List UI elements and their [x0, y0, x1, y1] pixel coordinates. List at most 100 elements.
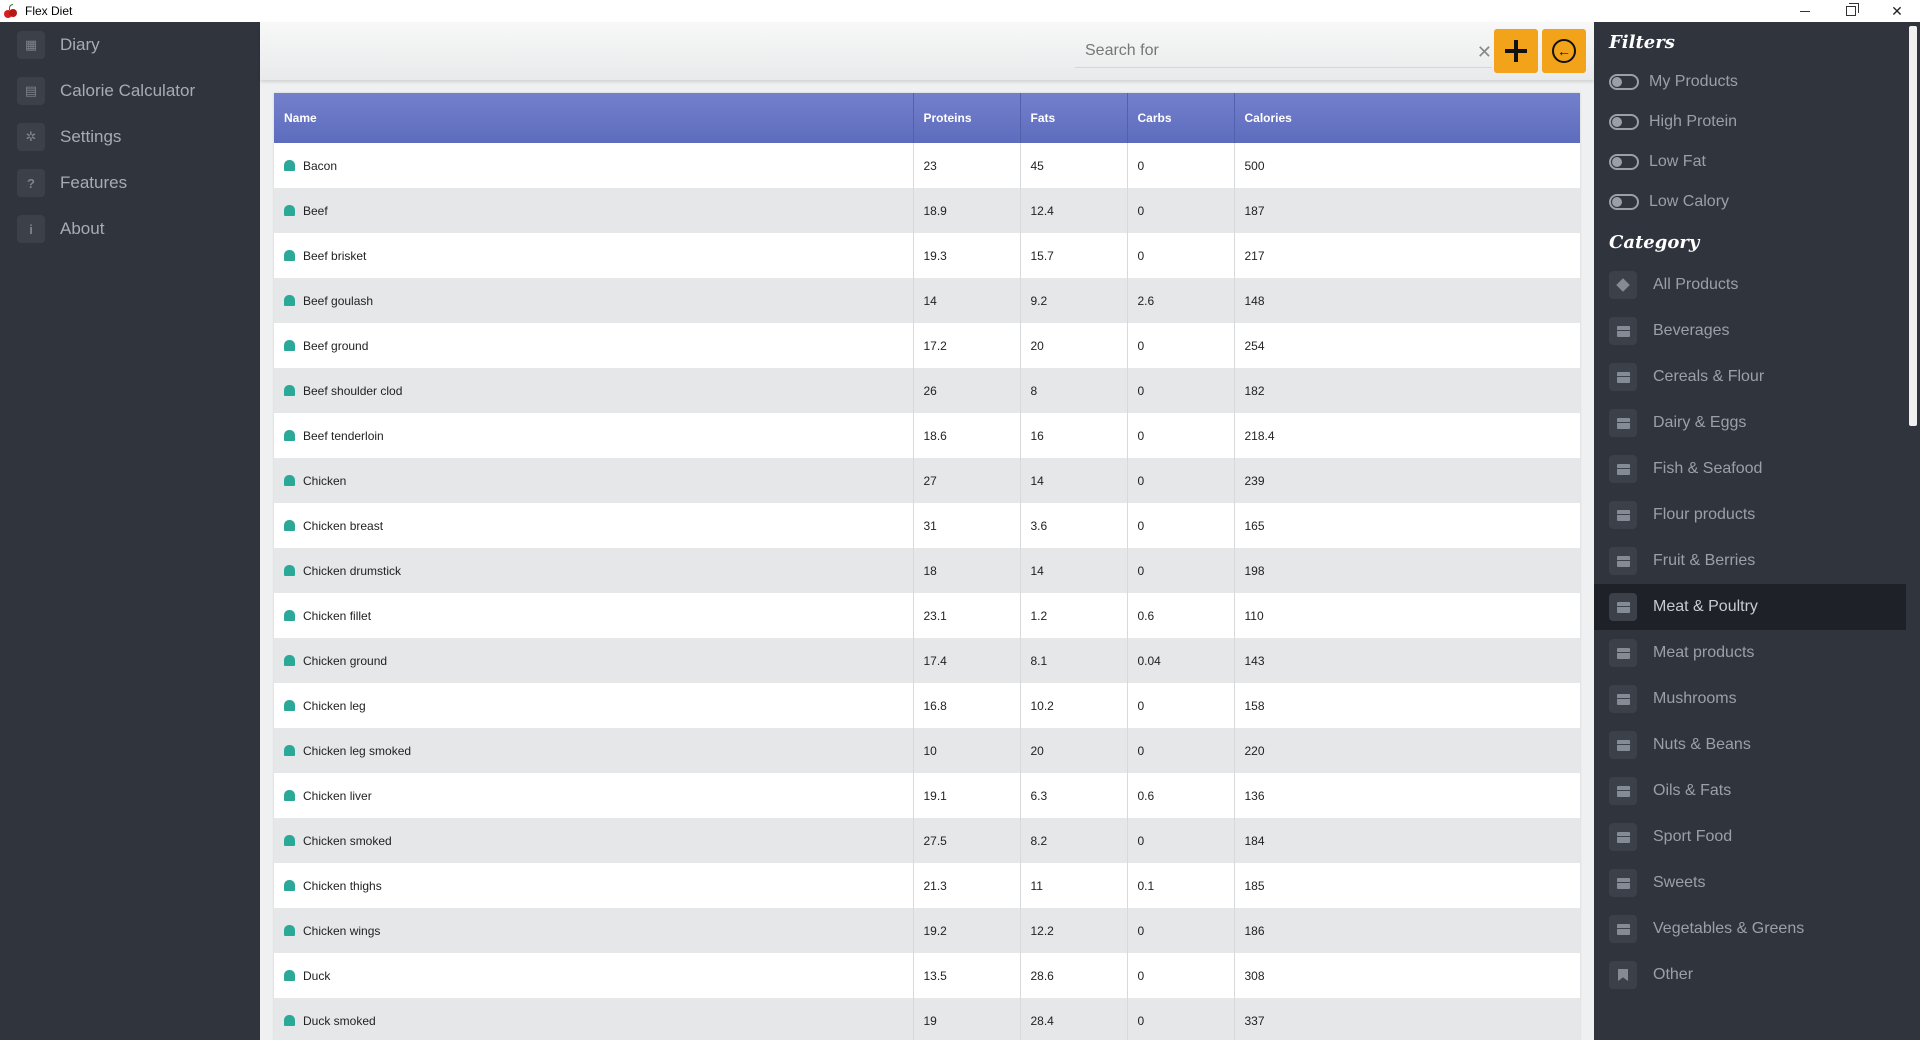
column-header-fats[interactable]: Fats: [1020, 93, 1128, 143]
food-bell-icon: [284, 294, 295, 306]
toggle-switch[interactable]: [1609, 194, 1639, 210]
filter-low-calory[interactable]: Low Calory: [1594, 182, 1906, 222]
table-row[interactable]: Beef ground 17.2 20 0 254: [274, 323, 1580, 368]
nutrient-cell: 27: [913, 458, 1021, 503]
scrollbar-thumb[interactable]: [1909, 26, 1917, 426]
search-field: ✕: [1075, 36, 1492, 68]
restore-button[interactable]: [1828, 0, 1874, 22]
box-icon: [1609, 915, 1637, 943]
category-item[interactable]: Cereals & Flour: [1594, 354, 1906, 400]
food-bell-icon: [284, 654, 295, 666]
cell-text: 0: [1137, 338, 1145, 353]
cell-text: 12.4: [1030, 203, 1054, 218]
table-row[interactable]: Duck 13.5 28.6 0 308: [274, 953, 1580, 998]
filters-heading: Filters: [1609, 31, 1675, 53]
cell-text: 14: [923, 293, 937, 308]
category-item[interactable]: Sweets: [1594, 860, 1906, 906]
category-item[interactable]: Beverages: [1594, 308, 1906, 354]
nutrient-cell: 158: [1234, 683, 1580, 728]
cell-text: 158: [1244, 698, 1265, 713]
filter-low-fat[interactable]: Low Fat: [1594, 142, 1906, 182]
category-item[interactable]: Sport Food: [1594, 814, 1906, 860]
window-scrollbar[interactable]: [1906, 22, 1920, 1040]
table-row[interactable]: Chicken leg 16.8 10.2 0 158: [274, 683, 1580, 728]
column-header-calories[interactable]: Calories: [1234, 93, 1580, 143]
table-row[interactable]: Beef goulash 14 9.2 2.6 148: [274, 278, 1580, 323]
food-bell-icon: [284, 339, 295, 351]
table-row[interactable]: Chicken smoked 27.5 8.2 0 184: [274, 818, 1580, 863]
cell-text: 185: [1244, 878, 1265, 893]
table-row[interactable]: Chicken leg smoked 10 20 0 220: [274, 728, 1580, 773]
table-row[interactable]: Chicken fillet 23.1 1.2 0.6 110: [274, 593, 1580, 638]
nav-item-calorie-calculator[interactable]: ▤ Calorie Calculator: [0, 68, 260, 114]
product-name-cell: Bacon: [274, 143, 914, 188]
table-row[interactable]: Chicken drumstick 18 14 0 198: [274, 548, 1580, 593]
cell-text: Chicken wings: [303, 923, 381, 938]
nutrient-cell: 165: [1234, 503, 1580, 548]
category-item[interactable]: Vegetables & Greens: [1594, 906, 1906, 952]
category-item[interactable]: Meat products: [1594, 630, 1906, 676]
category-item[interactable]: Oils & Fats: [1594, 768, 1906, 814]
nutrient-cell: 185: [1234, 863, 1580, 908]
cell-text: 10: [923, 743, 937, 758]
nav-item-features[interactable]: ? Features: [0, 160, 260, 206]
cell-text: Chicken: [303, 473, 347, 488]
table-row[interactable]: Chicken breast 31 3.6 0 165: [274, 503, 1580, 548]
search-input[interactable]: [1075, 36, 1465, 66]
minimize-button[interactable]: [1782, 0, 1828, 22]
cell-text: 8.1: [1030, 653, 1048, 668]
table-row[interactable]: Duck smoked 19 28.4 0 337: [274, 998, 1580, 1040]
toggle-switch[interactable]: [1609, 154, 1639, 170]
info-icon: i: [17, 215, 45, 243]
nutrient-cell: 17.2: [913, 323, 1021, 368]
nav-item-diary[interactable]: ▦ Diary: [0, 22, 260, 68]
table-row[interactable]: Chicken ground 17.4 8.1 0.04 143: [274, 638, 1580, 683]
nutrient-cell: 31: [913, 503, 1021, 548]
category-label: Cereals & Flour: [1653, 368, 1765, 385]
table-row[interactable]: Chicken liver 19.1 6.3 0.6 136: [274, 773, 1580, 818]
cell-text: 0: [1137, 743, 1145, 758]
add-product-button[interactable]: [1494, 29, 1538, 73]
product-name-cell: Beef goulash: [274, 278, 914, 323]
table-row[interactable]: Bacon 23 45 0 500: [274, 143, 1580, 188]
column-header-proteins[interactable]: Proteins: [913, 93, 1021, 143]
category-item[interactable]: Flour products: [1594, 492, 1906, 538]
close-window-button[interactable]: ✕: [1874, 0, 1920, 22]
category-item[interactable]: Fish & Seafood: [1594, 446, 1906, 492]
toggle-switch[interactable]: [1609, 114, 1639, 130]
cell-text: 0: [1137, 158, 1145, 173]
nutrient-cell: 6.3: [1020, 773, 1128, 818]
category-item[interactable]: Fruit & Berries: [1594, 538, 1906, 584]
table-row[interactable]: Chicken 27 14 0 239: [274, 458, 1580, 503]
cell-text: 19.2: [923, 923, 947, 938]
category-item[interactable]: All Products: [1594, 262, 1906, 308]
category-item[interactable]: Mushrooms: [1594, 676, 1906, 722]
food-bell-icon: [284, 969, 295, 981]
table-row[interactable]: Beef 18.9 12.4 0 187: [274, 188, 1580, 233]
table-row[interactable]: Beef brisket 19.3 15.7 0 217: [274, 233, 1580, 278]
nav-item-about[interactable]: i About: [0, 206, 260, 252]
category-item[interactable]: Meat & Poultry: [1594, 584, 1906, 630]
category-item[interactable]: Dairy & Eggs: [1594, 400, 1906, 446]
cell-text: Chicken leg smoked: [303, 743, 412, 758]
table-row[interactable]: Beef shoulder clod 26 8 0 182: [274, 368, 1580, 413]
product-name-cell: Chicken smoked: [274, 818, 914, 863]
nutrient-cell: 21.3: [913, 863, 1021, 908]
back-button[interactable]: ←: [1542, 29, 1586, 73]
toggle-switch[interactable]: [1609, 74, 1639, 90]
column-header-name[interactable]: Name: [274, 93, 914, 143]
food-bell-icon: [284, 924, 295, 936]
filter-my-products[interactable]: My Products: [1594, 62, 1906, 102]
food-bell-icon: [284, 519, 295, 531]
filter-high-protein[interactable]: High Protein: [1594, 102, 1906, 142]
column-header-carbs[interactable]: Carbs: [1127, 93, 1235, 143]
table-row[interactable]: Chicken thighs 21.3 11 0.1 185: [274, 863, 1580, 908]
table-row[interactable]: Beef tenderloin 18.6 16 0 218.4: [274, 413, 1580, 458]
nav-item-settings[interactable]: ✲ Settings: [0, 114, 260, 160]
table-row[interactable]: Chicken wings 19.2 12.2 0 186: [274, 908, 1580, 953]
cell-text: 31: [923, 518, 937, 533]
category-item[interactable]: Nuts & Beans: [1594, 722, 1906, 768]
category-item[interactable]: Other: [1594, 952, 1906, 998]
cell-text: 0: [1137, 1013, 1145, 1028]
clear-search-icon[interactable]: ✕: [1477, 42, 1492, 63]
